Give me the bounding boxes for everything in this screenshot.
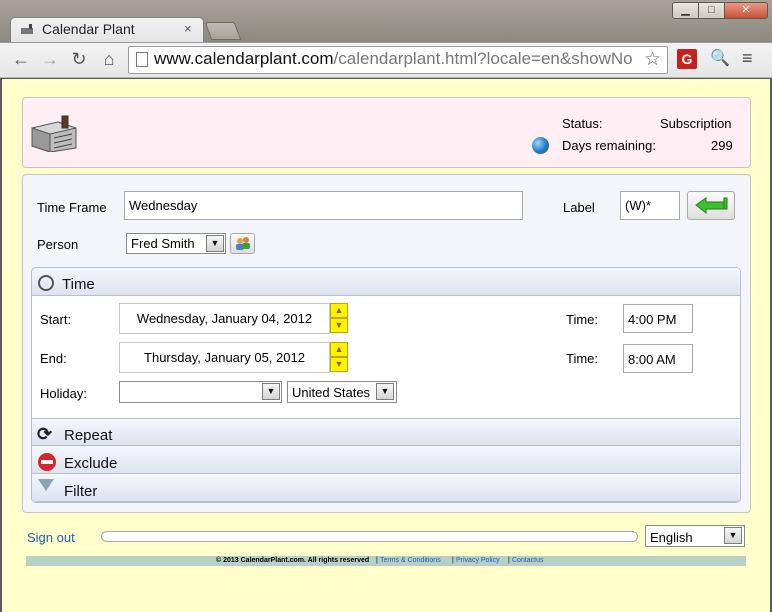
days-remaining-value: 299 [711,138,733,153]
start-date-down-icon[interactable]: ▼ [330,318,348,333]
holiday-select[interactable] [119,381,282,403]
start-date-field[interactable]: Wednesday, January 04, 2012 [119,303,330,334]
bookmark-star-icon[interactable]: ☆ [644,48,661,71]
exclude-section-header[interactable] [32,446,740,474]
repeat-icon: ⟳ [37,424,53,444]
filter-section-header[interactable] [32,474,740,502]
progress-bar [101,531,638,542]
url-path: /calendarplant.html?locale=en&showNo [333,49,633,68]
start-time-label: Time: [566,312,599,327]
repeat-section-title: Repeat [64,427,113,444]
person-select-value: Fred Smith [131,236,195,251]
end-date-down-icon[interactable]: ▼ [330,357,348,372]
contact-link[interactable]: Contactus [512,557,544,564]
time-section-title: Time [62,276,95,293]
time-section-header[interactable] [32,268,740,296]
end-label: End: [40,351,67,366]
url-host: www.calendarplant.com [154,49,334,68]
reload-icon[interactable]: ↻ [68,48,90,70]
privacy-link[interactable]: Privacy Policy [456,557,500,564]
end-date-field[interactable]: Thursday, January 05, 2012 [119,342,330,373]
end-date-up-icon[interactable]: ▲ [330,342,348,357]
menu-icon[interactable]: ≡ [742,48,753,69]
person-label: Person [37,237,79,252]
chevron-down-icon[interactable]: ▼ [206,235,224,252]
maximize-button[interactable]: □ [698,2,725,19]
start-time-input[interactable]: 4:00 PM [623,304,693,333]
manage-people-button[interactable] [230,233,255,254]
new-tab-button[interactable] [204,22,242,40]
sign-out-link[interactable]: Sign out [27,530,75,545]
days-remaining-label: Days remaining: [562,138,656,153]
chevron-down-icon[interactable]: ▼ [724,527,742,544]
status-value: Subscription [660,116,732,131]
label-label: Label [563,200,595,215]
people-icon [236,237,250,250]
copyright-text: © 2013 CalendarPlant.com. All rights res… [216,557,370,564]
globe-icon[interactable] [532,137,549,154]
tab-title: Calendar Plant [42,21,135,37]
url-text[interactable]: www.calendarplant.com/calendarplant.html… [154,49,642,69]
tab-close-icon[interactable]: × [184,21,192,36]
time-frame-label: Time Frame [37,200,107,215]
factory-logo-icon [31,115,77,152]
end-time-label: Time: [566,351,599,366]
footer-separator: | [508,557,510,564]
forward-icon[interactable]: → [39,48,61,70]
footer-separator: | [376,557,378,564]
start-label: Start: [40,312,72,327]
chevron-down-icon[interactable]: ▼ [262,383,280,400]
status-label: Status: [562,116,603,131]
green-arrow-icon [695,197,728,215]
account-header-panel [22,97,751,168]
end-time-input[interactable]: 8:00 AM [623,344,693,373]
home-icon[interactable]: ⌂ [98,48,120,70]
exclude-section-title: Exclude [64,455,118,472]
repeat-section-header[interactable] [32,418,740,446]
funnel-icon [38,479,54,491]
chevron-down-icon[interactable]: ▼ [376,383,394,400]
footer-separator: | [452,557,454,564]
back-icon[interactable]: ← [10,48,32,70]
filter-section-title: Filter [64,483,98,500]
extension-g-icon[interactable]: G [677,49,697,69]
page-icon [136,52,148,67]
stopwatch-icon [38,275,54,291]
country-select-value: United States [292,385,371,400]
minimize-button[interactable]: ▁ [672,2,699,19]
holiday-label: Holiday: [40,386,87,401]
close-window-button[interactable]: ✕ [724,2,768,19]
enter-button[interactable] [687,191,735,220]
no-entry-icon [38,453,56,471]
time-frame-input[interactable]: Wednesday [124,191,523,220]
language-select-value: English [650,530,693,545]
start-date-up-icon[interactable]: ▲ [330,303,348,318]
search-extension-icon[interactable]: 🔍 [710,48,730,68]
label-input[interactable]: (W)* [620,191,680,220]
terms-link[interactable]: Terms & Conditions [380,557,441,564]
calendarplant-favicon-icon [21,24,33,34]
